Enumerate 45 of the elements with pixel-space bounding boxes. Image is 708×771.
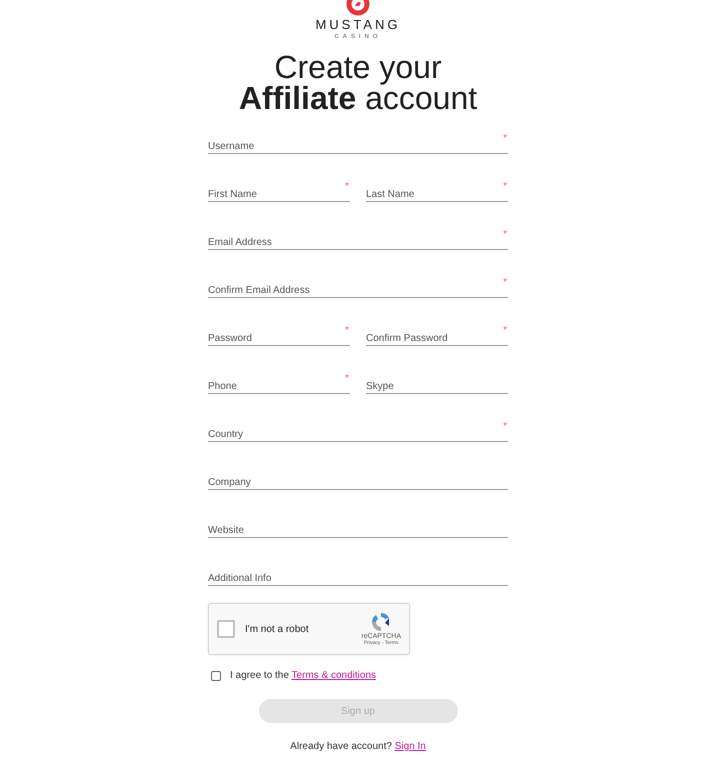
required-mark: * (345, 374, 349, 384)
field-label: Password (208, 333, 252, 344)
field-label: Website (208, 525, 244, 536)
input-field[interactable]: Email Address * (208, 230, 508, 250)
input-field[interactable]: Website (208, 518, 508, 538)
required-mark: * (503, 422, 507, 432)
input-field[interactable]: Username * (208, 134, 508, 154)
field-label: Email Address (208, 237, 272, 248)
terms-link[interactable]: Terms & conditions (292, 670, 376, 681)
field-label: First Name (208, 189, 257, 200)
agree-checkbox[interactable] (211, 670, 221, 680)
input-field[interactable]: Company (208, 470, 508, 490)
captcha-label: I'm not a robot (245, 622, 309, 636)
required-mark: * (503, 182, 507, 192)
required-mark: * (345, 326, 349, 336)
field-label: Confirm Email Address (208, 285, 310, 296)
input-field[interactable]: Last Name * (366, 182, 508, 202)
input-field[interactable]: Phone * (208, 374, 350, 394)
input-field[interactable]: Confirm Email Address * (208, 278, 508, 298)
field-label: Confirm Password (366, 333, 448, 344)
field-label: Company (208, 477, 251, 488)
field-label: Additional Info (208, 573, 272, 584)
required-mark: * (503, 278, 507, 288)
sign-in-link[interactable]: Sign In (394, 741, 426, 752)
agree-text: I agree to the Terms & conditions (230, 669, 376, 683)
chip-logo-icon (346, 0, 370, 16)
field-label: Username (208, 141, 254, 152)
input-field[interactable]: Password * (208, 326, 350, 346)
required-mark: * (345, 182, 349, 192)
required-mark: * (503, 326, 507, 336)
input-field[interactable]: First Name * (208, 182, 350, 202)
input-field[interactable]: Confirm Password * (366, 326, 508, 346)
input-field[interactable]: Skype (366, 374, 508, 394)
input-field[interactable]: Country * (208, 422, 508, 442)
page-heading: Create your (273, 52, 443, 83)
sign-in-prompt: Already have account? Sign In (289, 740, 427, 754)
captcha-checkbox[interactable] (217, 620, 235, 638)
brand-name: MUSTANG (315, 18, 401, 31)
input-field[interactable]: Additional Info (208, 566, 508, 586)
field-label: Last Name (366, 189, 414, 200)
field-label: Phone (208, 381, 237, 392)
field-label: Country (208, 429, 244, 440)
required-mark: * (503, 230, 507, 240)
required-mark: * (503, 134, 507, 144)
field-label: Skype (366, 381, 394, 392)
